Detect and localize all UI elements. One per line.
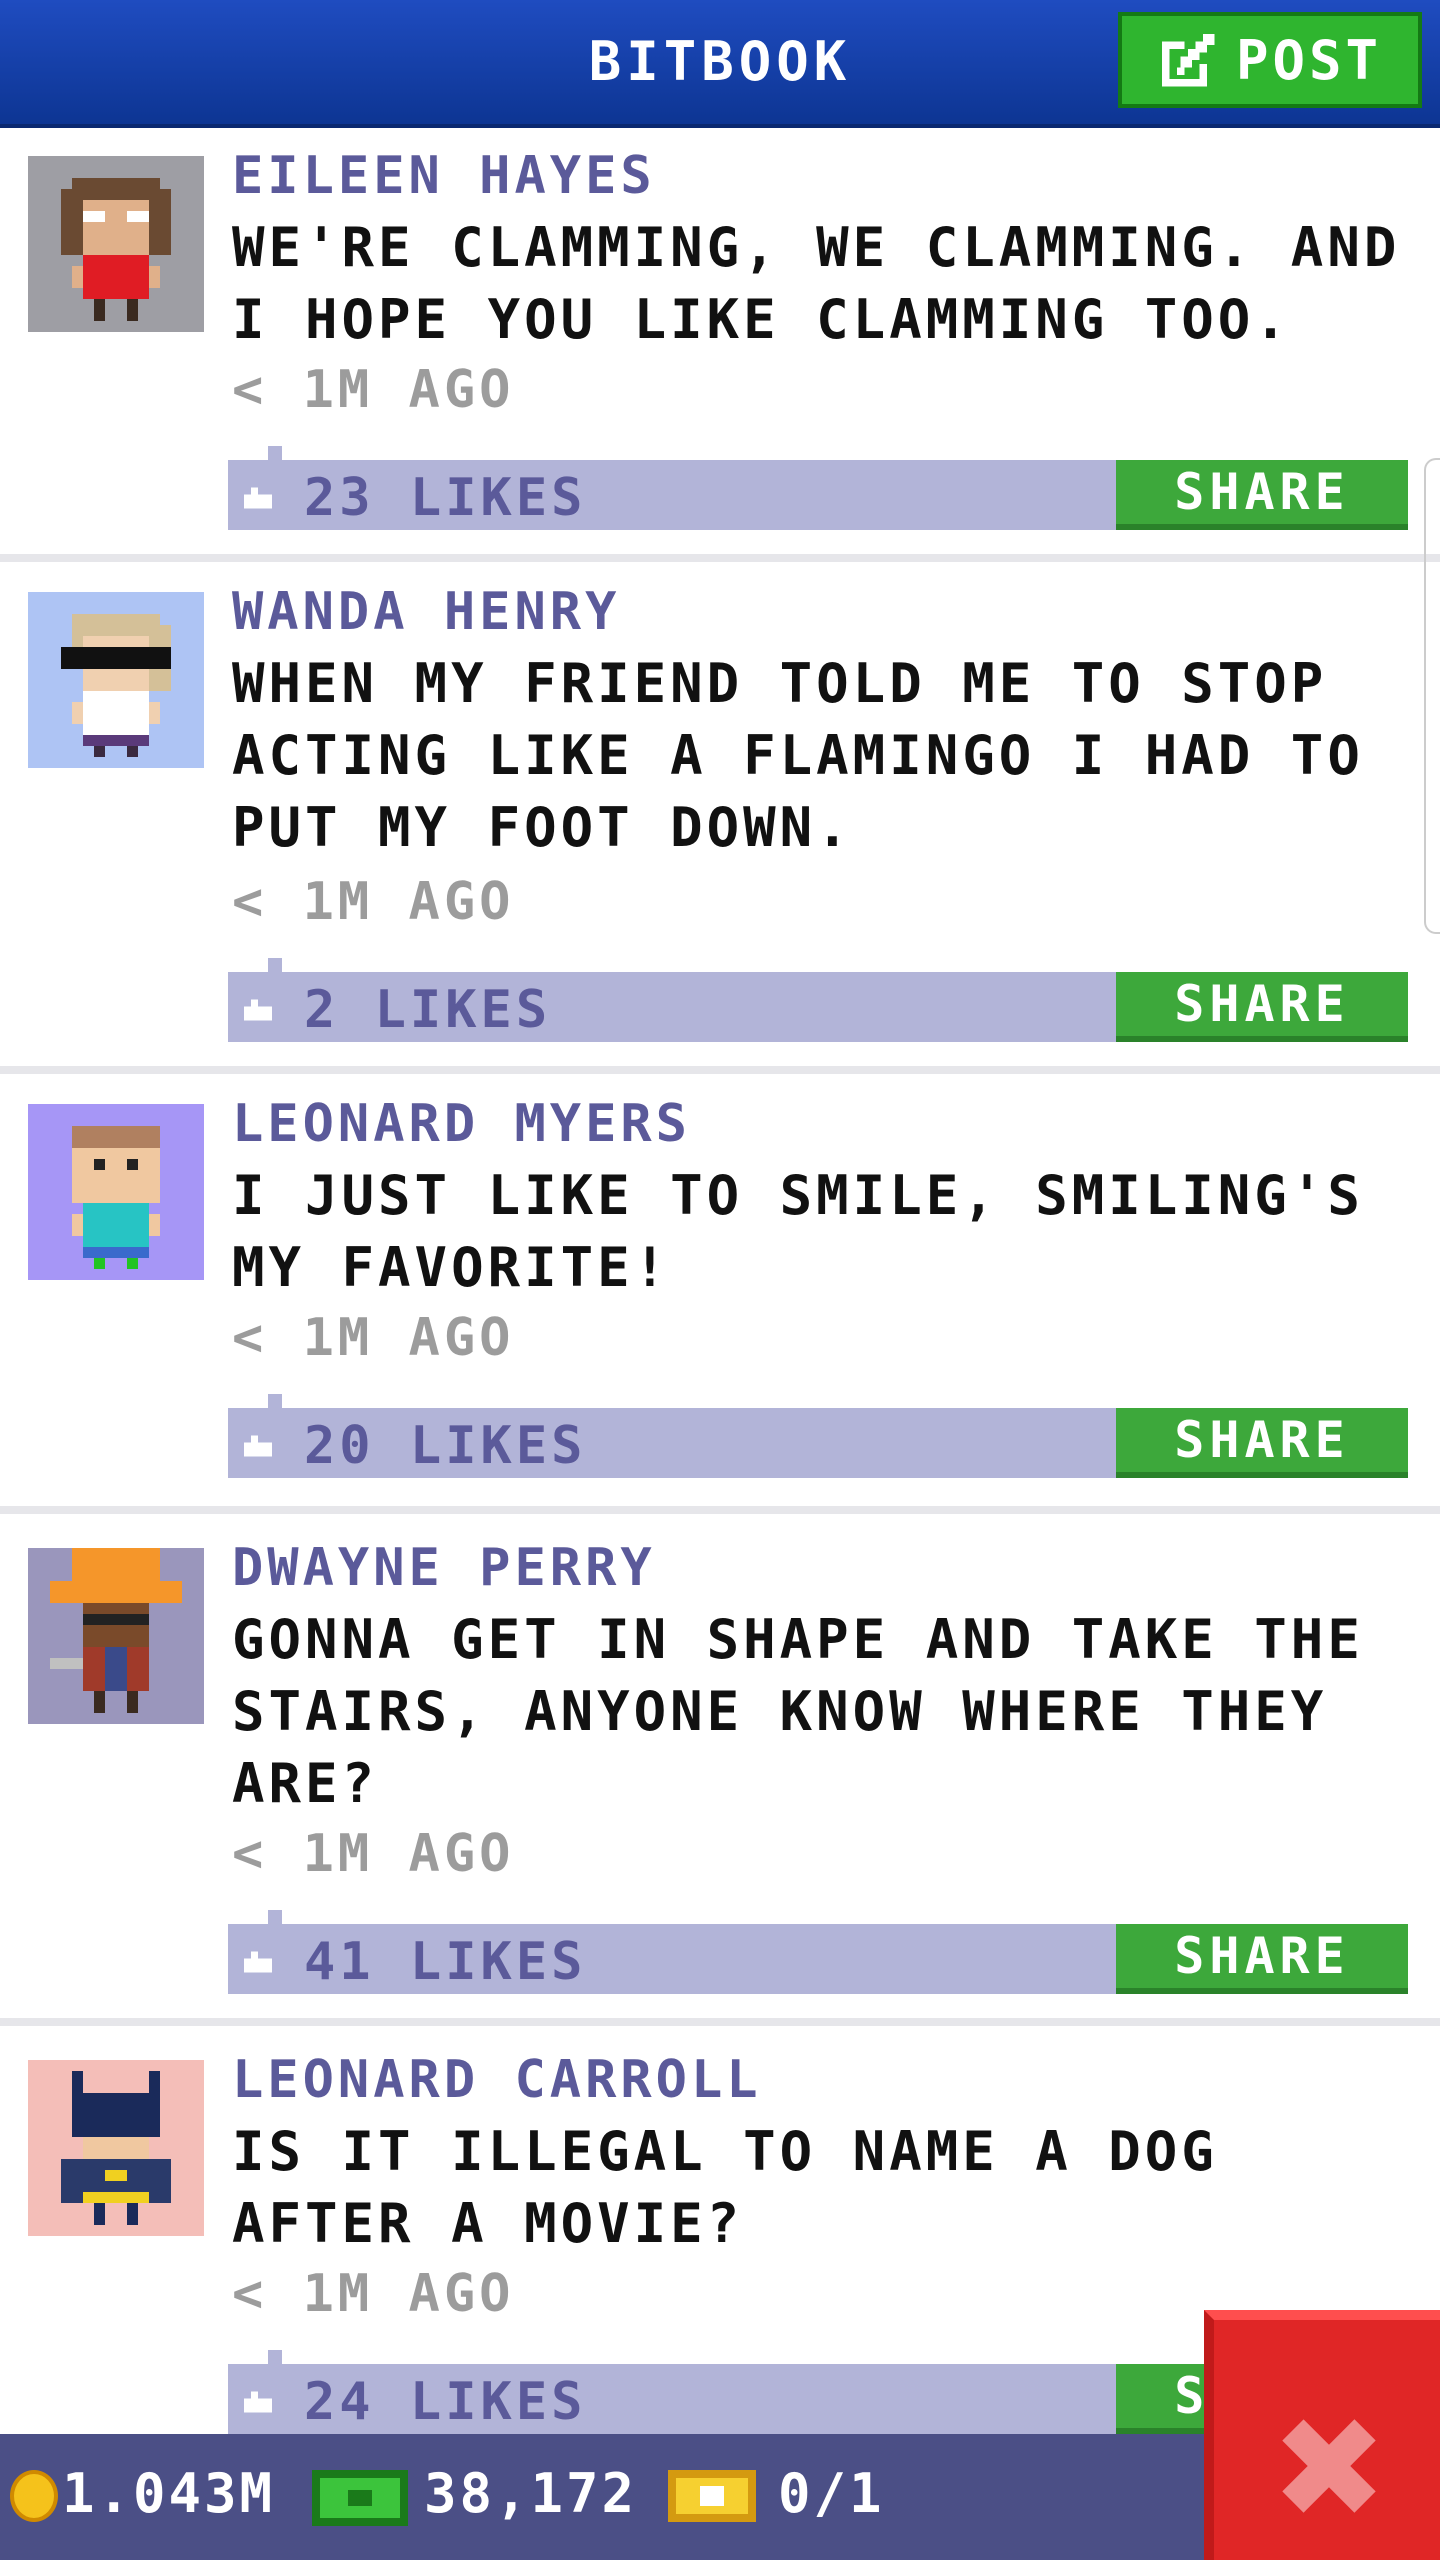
post-author[interactable]: WANDA HENRY <box>232 582 620 642</box>
post-card: WANDA HENRY WHEN MY FRIEND TOLD ME TO ST… <box>0 562 1440 1074</box>
coins-count: 1.043M <box>62 2462 276 2525</box>
like-icon <box>244 2391 272 2413</box>
post-timestamp: < 1M AGO <box>232 872 515 932</box>
close-button[interactable]: ✖ <box>1204 2310 1440 2560</box>
post-divider <box>0 1066 1440 1074</box>
post-timestamp: < 1M AGO <box>232 1824 515 1884</box>
close-icon: ✖ <box>1270 2388 1388 2551</box>
scroll-indicator[interactable] <box>1424 458 1440 934</box>
top-bar: BITBOOK POST <box>0 0 1440 128</box>
like-icon <box>244 999 272 1021</box>
cash-icon <box>312 2470 408 2526</box>
likes-bar-notch <box>268 446 282 460</box>
post-divider <box>0 2018 1440 2026</box>
post-button-label: POST <box>1235 28 1383 92</box>
tickets-count: 0/1 <box>778 2462 885 2525</box>
avatar <box>28 592 204 768</box>
post-button[interactable]: POST <box>1118 12 1422 108</box>
post-card: DWAYNE PERRY GONNA GET IN SHAPE AND TAKE… <box>0 1514 1440 2026</box>
post-text: WE'RE CLAMMING, WE CLAMMING. AND I HOPE … <box>232 216 1401 351</box>
like-icon <box>244 1951 272 1973</box>
post-card: LEONARD MYERS I JUST LIKE TO SMILE, SMIL… <box>0 1074 1440 1514</box>
ticket-icon <box>668 2470 756 2522</box>
share-button[interactable]: SHARE <box>1116 1408 1408 1478</box>
likes-bar-notch <box>268 1394 282 1408</box>
likes-count: 20 LIKES <box>304 1416 587 1476</box>
post-timestamp: < 1M AGO <box>232 1308 515 1368</box>
post-text: I JUST LIKE TO SMILE, SMILING'S MY FAVOR… <box>232 1164 1364 1299</box>
likes-bar[interactable]: 41 LIKES SHARE <box>228 1910 1408 1994</box>
post-text: IS IT ILLEGAL TO NAME A DOG AFTER A MOVI… <box>232 2120 1218 2255</box>
likes-bar[interactable]: 20 LIKES SHARE <box>228 1394 1408 1478</box>
likes-count: 24 LIKES <box>304 2372 587 2432</box>
likes-bar-notch <box>268 2350 282 2364</box>
share-button[interactable]: SHARE <box>1116 1924 1408 1994</box>
post-author[interactable]: LEONARD MYERS <box>232 1094 691 1154</box>
post-author[interactable]: LEONARD CARROLL <box>232 2050 762 2110</box>
likes-count: 41 LIKES <box>304 1932 587 1992</box>
post-author[interactable]: DWAYNE PERRY <box>232 1538 656 1598</box>
compose-icon <box>1161 33 1215 87</box>
likes-bar-notch <box>268 1910 282 1924</box>
bux-count: 38,172 <box>424 2462 638 2525</box>
like-icon <box>244 1435 272 1457</box>
likes-bar[interactable]: 2 LIKES SHARE <box>228 958 1408 1042</box>
post-card: EILEEN HAYES WE'RE CLAMMING, WE CLAMMING… <box>0 128 1440 562</box>
likes-bar-notch <box>268 958 282 972</box>
post-text: GONNA GET IN SHAPE AND TAKE THE STAIRS, … <box>232 1608 1364 1815</box>
avatar <box>28 1104 204 1280</box>
post-timestamp: < 1M AGO <box>232 360 515 420</box>
likes-bar[interactable]: 23 LIKES SHARE <box>228 446 1408 530</box>
likes-count: 2 LIKES <box>304 980 552 1040</box>
avatar <box>28 2060 204 2236</box>
like-icon <box>244 487 272 509</box>
share-button[interactable]: SHARE <box>1116 972 1408 1042</box>
likes-count: 23 LIKES <box>304 468 587 528</box>
post-divider <box>0 1506 1440 1514</box>
post-timestamp: < 1M AGO <box>232 2264 515 2324</box>
post-author[interactable]: EILEEN HAYES <box>232 146 656 206</box>
post-text: WHEN MY FRIEND TOLD ME TO STOP ACTING LI… <box>232 652 1364 859</box>
coin-icon <box>10 2470 58 2522</box>
avatar <box>28 156 204 332</box>
avatar <box>28 1548 204 1724</box>
post-divider <box>0 554 1440 562</box>
feed[interactable]: EILEEN HAYES WE'RE CLAMMING, WE CLAMMING… <box>0 128 1440 2434</box>
share-button[interactable]: SHARE <box>1116 460 1408 530</box>
